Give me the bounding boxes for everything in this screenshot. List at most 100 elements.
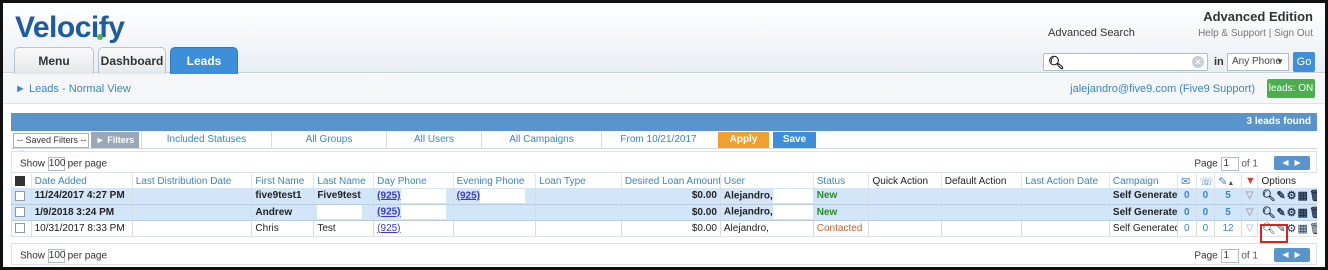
redacted-block (772, 205, 814, 219)
page-nav-buttons[interactable]: ◀▶ (1274, 248, 1310, 262)
filter-bar: -- Saved Filters -- ▼ ► Filters Included… (11, 131, 1317, 158)
campaigns-filter[interactable]: All Campaigns (481, 131, 601, 149)
cell-default-action (940, 204, 1022, 221)
users-filter[interactable]: All Users (386, 131, 481, 149)
saved-filters-select[interactable]: -- Saved Filters -- ▼ (13, 133, 89, 158)
col-desired-loan-amount[interactable]: Desired Loan Amount (620, 174, 721, 188)
page-input[interactable]: 1 (1220, 157, 1239, 171)
included-statuses-filter[interactable]: Included Statuses (141, 131, 271, 149)
col-last-distribution-date[interactable]: Last Distribution Date (131, 174, 252, 188)
date-filter[interactable]: From 10/21/2017 (601, 131, 715, 149)
flag-outline-icon: ▽ (1245, 206, 1254, 218)
day-phone-link[interactable]: (925) (377, 223, 400, 234)
col-campaign[interactable]: Campaign (1108, 174, 1178, 188)
groups-filter[interactable]: All Groups (271, 131, 386, 149)
row-checkbox[interactable] (11, 188, 32, 205)
velocify-logo[interactable]: Velocify (15, 11, 125, 45)
delete-icon[interactable]: 🗑︎ (1309, 189, 1317, 202)
day-phone-link[interactable]: (925) (377, 190, 400, 201)
cell-last-action-date (1021, 188, 1110, 205)
redacted-block (479, 188, 525, 203)
view-lead-icon[interactable]: 🔍︎ (1261, 189, 1275, 202)
col-mail-icon[interactable]: ✉ (1177, 174, 1197, 188)
cell-flag[interactable]: ▽ (1240, 188, 1258, 205)
page-input[interactable]: 1 (1220, 249, 1239, 263)
history-icon[interactable]: ⚙ (1287, 206, 1297, 219)
details-icon[interactable]: ▦ (1298, 189, 1308, 202)
table-row[interactable]: 10/31/2017 8:33 PM Chris Test (925) $0.0… (11, 220, 1317, 237)
view-title[interactable]: ► Leads - Normal View (15, 83, 131, 95)
user-name: Alejandro, (723, 190, 773, 202)
col-call-icon[interactable]: ☏ (1195, 174, 1215, 188)
evening-phone-link[interactable]: (925) (457, 190, 480, 201)
search-input[interactable]: 🔍︎ ✕ (1043, 53, 1208, 71)
apply-button[interactable]: Apply (718, 132, 769, 148)
redacted-block (400, 188, 446, 203)
flag-icon: ▼ (1244, 175, 1256, 187)
col-first-name[interactable]: First Name (251, 174, 314, 188)
leads-toggle-button[interactable]: leads: ON (1267, 79, 1315, 98)
select-all-checkbox[interactable] (11, 174, 32, 188)
tab-leads[interactable]: Leads (170, 47, 238, 74)
delete-icon[interactable]: 🗑︎ (1309, 222, 1317, 235)
view-title-text: Leads - Normal View (28, 83, 131, 95)
page-of-label: of 1 (1241, 250, 1258, 262)
row-checkbox[interactable] (11, 220, 32, 237)
history-icon[interactable]: ⚙ (1287, 189, 1297, 202)
cell-first-name: Andrew (251, 204, 314, 221)
phone-type-select[interactable]: Any Phone ▼ (1227, 53, 1289, 71)
flag-outline-icon: ▽ (1245, 222, 1254, 234)
help-links: Help & Support | Sign Out (1198, 28, 1313, 39)
advanced-search-link[interactable]: Advanced Search (1048, 27, 1135, 39)
sign-out-link[interactable]: Sign Out (1274, 28, 1313, 39)
cell-quick-action (868, 220, 942, 237)
tab-dashboard[interactable]: Dashboard (98, 47, 166, 74)
cell-user: Alejandro, (719, 188, 814, 205)
col-last-name[interactable]: Last Name (313, 174, 374, 188)
show-label: Show (20, 158, 46, 170)
go-button[interactable]: Go (1293, 52, 1315, 72)
user-email[interactable]: jalejandro@five9.com (1070, 83, 1176, 95)
edit-lead-icon[interactable]: ✎ (1276, 189, 1285, 202)
details-icon[interactable]: ▦ (1298, 206, 1308, 219)
mail-count-icon: ✉ (1181, 175, 1191, 188)
cell-options: 🔍︎✎⚙▦🗑︎ (1257, 188, 1317, 205)
clear-search-icon[interactable]: ✕ (1192, 56, 1204, 68)
results-bar: 3 leads found (11, 113, 1317, 131)
col-user[interactable]: User (719, 174, 814, 188)
col-date-added[interactable]: Date Added (30, 174, 133, 188)
filters-button[interactable]: ► Filters (91, 132, 139, 148)
col-day-phone[interactable]: Day Phone (373, 174, 454, 188)
per-page-label: per page (67, 158, 108, 170)
row-checkbox[interactable] (11, 204, 32, 221)
col-loan-type[interactable]: Loan Type (535, 174, 622, 188)
history-icon[interactable]: ⚙ (1287, 222, 1297, 235)
delete-icon[interactable]: 🗑︎ (1309, 206, 1317, 219)
cell-flag[interactable]: ▽ (1240, 220, 1258, 237)
col-flag[interactable]: ▼ (1240, 174, 1258, 188)
page-nav-buttons[interactable]: ◀▶ (1274, 156, 1310, 170)
cell-flag[interactable]: ▽ (1240, 204, 1258, 221)
day-phone-link[interactable]: (925) (377, 207, 400, 218)
col-last-action-date[interactable]: Last Action Date (1021, 174, 1110, 188)
cell-date-added: 10/31/2017 8:33 PM (30, 220, 133, 237)
col-default-action: Default Action (940, 174, 1022, 188)
redacted-block (400, 205, 446, 219)
col-status[interactable]: Status (812, 174, 869, 188)
show-label: Show (20, 250, 46, 262)
table-row[interactable]: 11/24/2017 4:27 PM five9test1 Five9test … (11, 188, 1317, 205)
per-page-input[interactable]: 100 (47, 249, 65, 263)
per-page-input[interactable]: 100 (47, 157, 65, 171)
table-row[interactable]: 1/9/2018 3:24 PM Andrew (925) $0.00 Alej… (11, 204, 1317, 221)
col-action-count[interactable]: ✎▲ (1214, 174, 1242, 188)
save-button[interactable]: Save (773, 132, 816, 148)
cell-options: 🔍︎✎⚙▦🗑︎ (1257, 204, 1317, 221)
details-icon[interactable]: ▦ (1298, 222, 1308, 235)
help-support-link[interactable]: Help & Support (1198, 28, 1266, 39)
per-page-label: per page (67, 250, 108, 262)
col-evening-phone[interactable]: Evening Phone (452, 174, 536, 188)
tab-menu[interactable]: Menu (14, 47, 94, 74)
edit-lead-icon[interactable]: ✎ (1276, 206, 1285, 219)
view-lead-icon[interactable]: 🔍︎ (1261, 206, 1275, 219)
call-count-icon: ☏ (1199, 175, 1214, 188)
